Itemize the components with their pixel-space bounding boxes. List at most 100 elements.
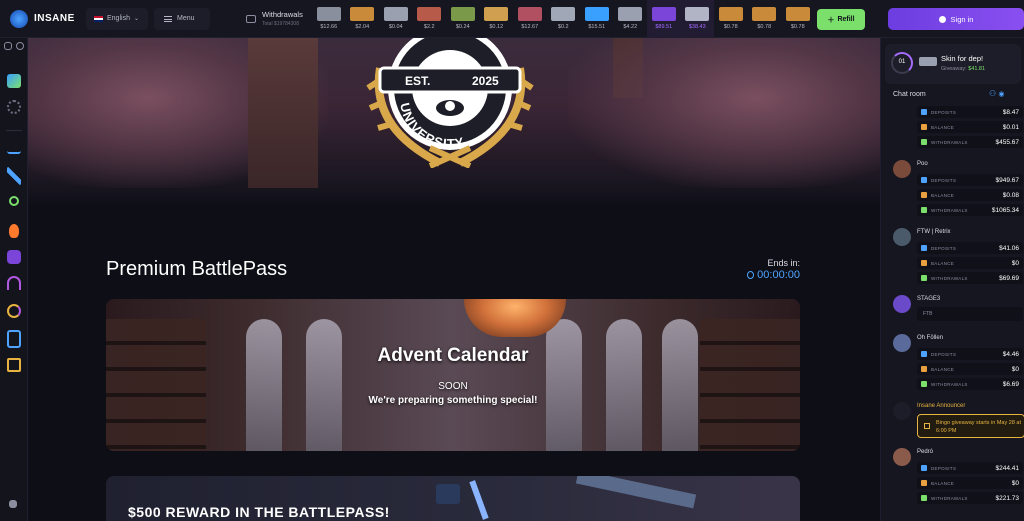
item-image xyxy=(551,7,576,21)
item-price: $0.24 xyxy=(455,24,470,30)
chat-username[interactable]: Oh Föllen xyxy=(917,335,943,341)
collapse-icon[interactable] xyxy=(4,42,12,50)
loader-icon[interactable] xyxy=(7,100,21,114)
item-price: $4.22 xyxy=(623,24,638,30)
battlepass-header: Premium BattlePass Ends in: 00:00:00 xyxy=(106,258,800,281)
withdrawals-icon xyxy=(921,275,927,281)
item-price: $0.2 xyxy=(557,24,569,30)
refill-button[interactable]: ＋ Refill xyxy=(817,9,865,30)
avatar[interactable] xyxy=(893,402,911,420)
chat-username[interactable]: Insane Announcer xyxy=(917,403,965,409)
menu-label: Menu xyxy=(177,15,195,22)
online-icon[interactable]: ◉ xyxy=(998,91,1004,98)
advent-status: SOON xyxy=(438,381,468,392)
battlepass-reward-card[interactable]: $500 REWARD IN THE BATTLEPASS! xyxy=(106,476,800,521)
drop-item[interactable]: $0.12 xyxy=(480,0,514,38)
chat-username[interactable]: Poo xyxy=(917,161,928,167)
item-price: $0.78 xyxy=(723,24,738,30)
sound-icon[interactable] xyxy=(9,500,17,508)
chart-icon[interactable] xyxy=(7,140,21,154)
drop-item[interactable]: $2.2 xyxy=(413,0,447,38)
withdrawals-icon xyxy=(921,381,927,387)
drop-item[interactable]: $0.24 xyxy=(446,0,480,38)
stat-value: $0 xyxy=(1011,365,1019,373)
star-icon[interactable] xyxy=(16,42,24,50)
balance-icon xyxy=(921,124,927,130)
item-price: $15.51 xyxy=(588,24,606,30)
users-icon[interactable]: ⚇ xyxy=(989,89,996,98)
chat-username[interactable]: Pedró xyxy=(917,449,933,455)
cases-icon[interactable] xyxy=(7,74,21,88)
brand-name: INSANE xyxy=(34,13,75,24)
stat-label: BALANCE xyxy=(931,192,955,198)
item-image xyxy=(484,7,509,21)
promo-level: 01 xyxy=(898,59,906,65)
deposits-icon xyxy=(921,109,927,115)
hexagon-icon[interactable] xyxy=(7,250,21,264)
stat-value: $221.73 xyxy=(995,494,1020,502)
uk-flag-icon xyxy=(94,15,103,22)
stat-deposits: DEPOSITS $8.47 xyxy=(917,106,1023,118)
upgrade-icon[interactable] xyxy=(7,358,21,372)
stat-value: $4.46 xyxy=(1002,350,1019,358)
stat-value: $0 xyxy=(1011,259,1019,267)
drop-item[interactable]: $38.43 xyxy=(680,0,714,38)
avatar[interactable] xyxy=(893,228,911,246)
withdrawals-icon xyxy=(921,495,927,501)
fire-icon[interactable] xyxy=(9,224,19,238)
avatar[interactable] xyxy=(893,448,911,466)
drop-item[interactable]: $4.22 xyxy=(614,0,648,38)
withdrawals-widget[interactable]: Withdrawals Total $19784308 xyxy=(246,10,308,27)
menu-button[interactable]: Menu xyxy=(154,7,210,30)
avatar[interactable] xyxy=(893,160,911,178)
drop-item[interactable]: $12.66 xyxy=(312,0,346,38)
stat-label: DEPOSITS xyxy=(931,351,957,357)
wheel-icon[interactable] xyxy=(7,304,21,318)
horseshoe-icon[interactable] xyxy=(7,276,21,290)
item-image xyxy=(651,7,676,21)
drop-item[interactable]: $15.51 xyxy=(580,0,614,38)
stat-value: $455.67 xyxy=(995,138,1020,146)
stat-label: DEPOSITS xyxy=(931,177,957,183)
sign-in-label: Sign in xyxy=(950,14,974,24)
drop-item[interactable]: $0.78 xyxy=(748,0,782,38)
advent-calendar-card[interactable]: Advent Calendar SOON We're preparing som… xyxy=(106,299,800,451)
drop-item[interactable]: $0.2 xyxy=(547,0,581,38)
drop-item[interactable]: $2.04 xyxy=(346,0,380,38)
balance-icon xyxy=(921,260,927,266)
stat-withdrawals: WITHDRAWALS $1065.34 xyxy=(917,204,1023,216)
stat-withdrawals: WITHDRAWALS $69.69 xyxy=(917,272,1023,284)
sword-icon[interactable] xyxy=(7,166,21,186)
item-image xyxy=(350,7,375,21)
stat-value: $244.41 xyxy=(995,464,1020,472)
timer-value: 00:00:00 xyxy=(757,269,800,281)
item-image xyxy=(718,7,743,21)
avatar[interactable] xyxy=(893,295,911,313)
sign-in-button[interactable]: Sign in xyxy=(888,8,1024,30)
right-sidebar: 01 Skin for dep! Giveaway: $41.81 Chat r… xyxy=(880,38,1024,521)
drop-item[interactable]: $89.51 xyxy=(647,0,681,38)
reward-art xyxy=(436,484,460,504)
drop-item[interactable]: $0.04 xyxy=(379,0,413,38)
drop-item[interactable]: $12.67 xyxy=(513,0,547,38)
target-icon[interactable] xyxy=(9,196,19,206)
main-content: EST. 2025 UNIVERSITY Premium BattlePass … xyxy=(28,38,880,521)
drop-item[interactable]: $0.78 xyxy=(714,0,748,38)
drop-item[interactable]: $0.78 xyxy=(781,0,815,38)
ticket-icon xyxy=(924,423,930,429)
language-select[interactable]: English ⌄ xyxy=(86,7,148,30)
giveaway-value: $41.81 xyxy=(968,66,986,72)
avatar[interactable] xyxy=(893,334,911,352)
reward-art xyxy=(469,480,489,520)
announcement-text: Bingo giveaway starts in May 28 at 6:00 … xyxy=(936,420,1021,434)
chevron-down-icon: ⌄ xyxy=(133,16,139,22)
chat-username[interactable]: STAGE3 xyxy=(917,296,940,302)
deposit-promo[interactable]: 01 Skin for dep! Giveaway: $41.81 xyxy=(885,44,1021,84)
item-price: $0.12 xyxy=(489,24,504,30)
logo[interactable]: INSANE xyxy=(0,9,86,28)
item-price: $0.78 xyxy=(757,24,772,30)
battlepass-icon[interactable] xyxy=(7,330,21,348)
balance-icon xyxy=(921,192,927,198)
chat-username[interactable]: FTW | Retrix xyxy=(917,229,951,235)
withdrawals-icon xyxy=(921,139,927,145)
